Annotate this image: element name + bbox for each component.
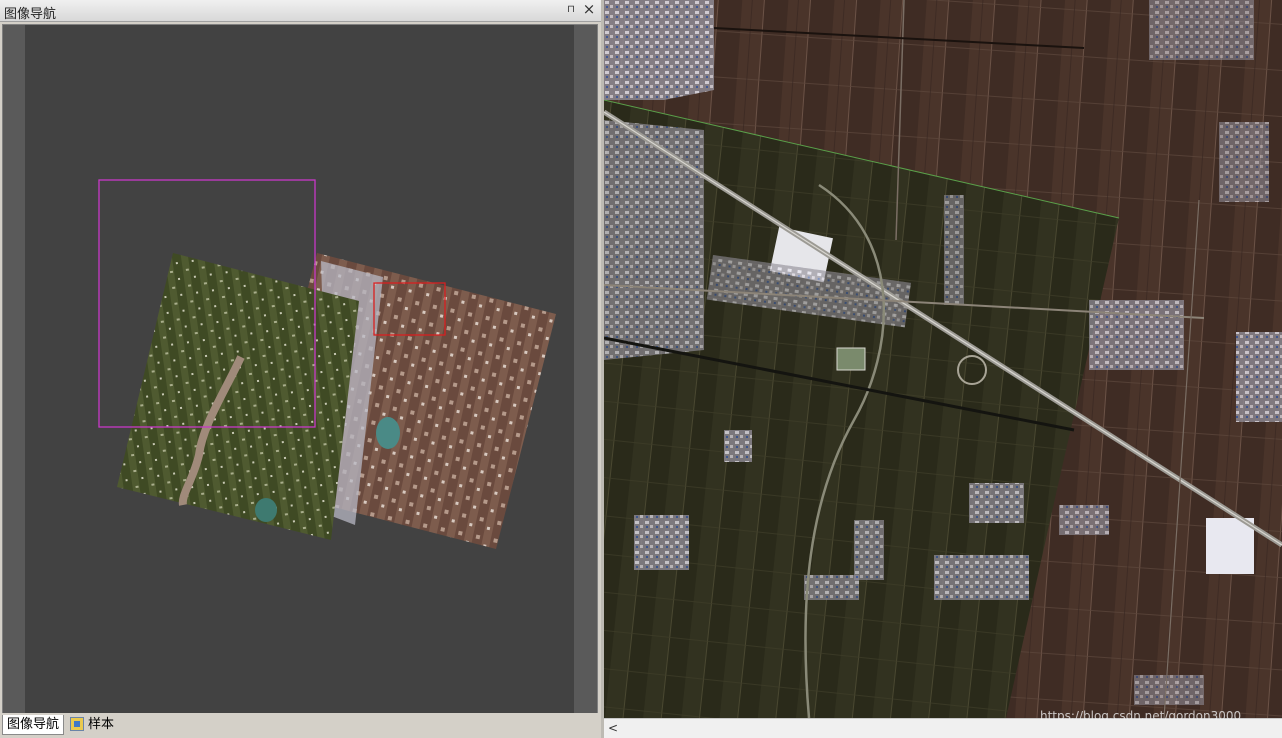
tab-samples[interactable]: 样本 [70,715,114,734]
satellite-imagery[interactable] [604,0,1282,718]
village-west-8 [944,195,964,305]
village-west-4 [969,483,1024,523]
navigator-tab-strip: 图像导航 样本 [0,713,601,738]
village-east-3 [1149,0,1254,60]
village-east-6 [1134,675,1204,705]
urban-area-northwest [604,0,714,100]
sample-icon [70,717,84,731]
sports-field [836,347,866,371]
tab-image-navigator[interactable]: 图像导航 [2,715,65,735]
village-west-7 [854,520,884,580]
navigator-title: 图像导航 [4,7,57,22]
watermark-text: https://blog.csdn.net/gordon3000 [1040,709,1242,723]
village-east-2 [1236,332,1282,422]
navigator-thumbnail[interactable] [3,25,597,713]
village-west-6 [804,575,859,600]
navigator-overview-canvas[interactable] [2,24,598,714]
lake-thumbnail-west [255,498,277,522]
image-navigator-panel: 图像导航 ⊓ × 图像导航 样本 [0,0,601,738]
scene-footprint-west [117,253,359,540]
village-west-3 [724,430,752,462]
navigator-title-bar: 图像导航 ⊓ × [0,0,601,22]
village-east-4 [1219,122,1269,202]
village-east-5 [1059,505,1109,535]
scroll-left-arrow-icon[interactable]: < [608,721,618,735]
tab-samples-label: 样本 [88,717,115,732]
close-icon[interactable]: × [582,2,596,17]
village-west-2 [634,515,689,570]
pin-icon[interactable]: ⊓ [564,3,578,17]
village-east-1 [1089,300,1184,370]
lake-thumbnail-east [376,417,400,449]
main-image-view[interactable] [604,0,1282,718]
village-west-5 [934,555,1029,600]
industrial-building-south-east [1206,518,1254,574]
urban-area-west [604,120,704,360]
